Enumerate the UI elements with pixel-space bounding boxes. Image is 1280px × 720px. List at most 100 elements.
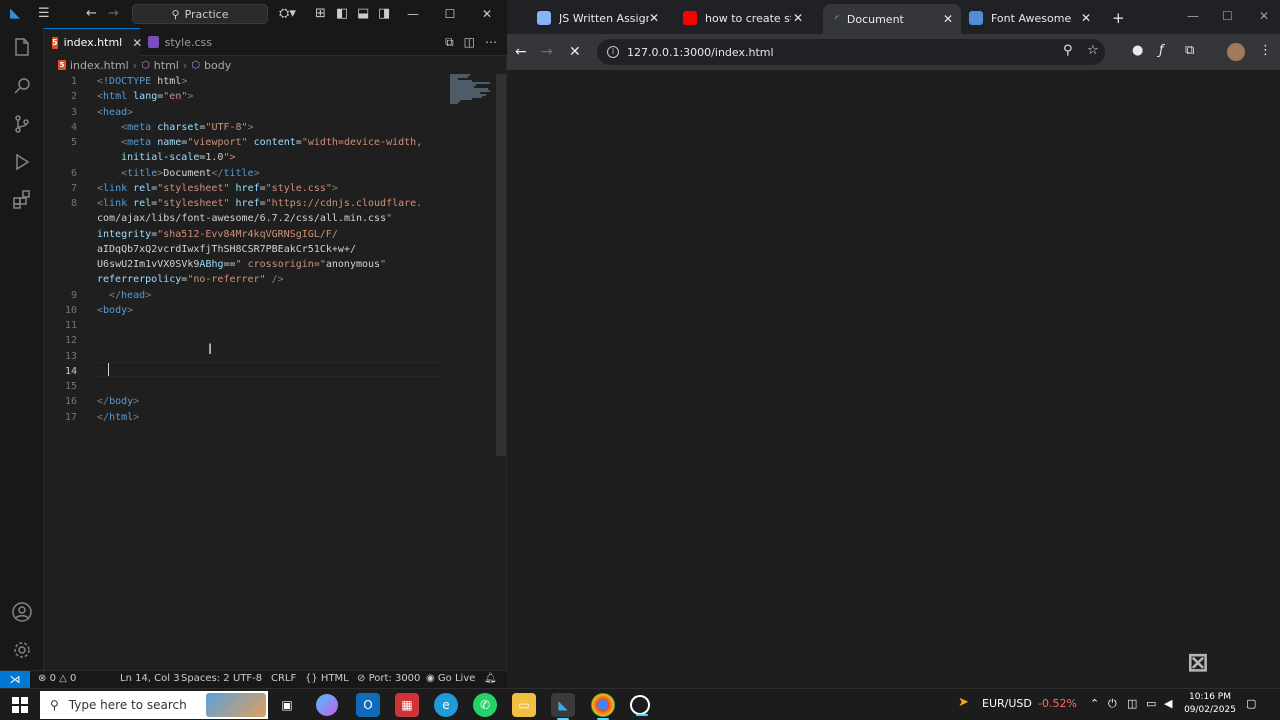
run-debug-icon[interactable] [10, 150, 34, 174]
tab-close-icon[interactable]: ✕ [1081, 11, 1091, 25]
line-number: 6 [70, 167, 77, 179]
tab-close-icon[interactable]: ✕ [943, 12, 953, 26]
profile-avatar[interactable] [1227, 43, 1245, 61]
toggle-secondary-sidebar-icon[interactable]: ◨ [378, 6, 390, 22]
file-explorer-icon[interactable]: ▭ [512, 693, 536, 717]
settings-gear-icon[interactable] [10, 638, 34, 662]
remote-indicator-icon[interactable]: ⋊ [0, 671, 30, 689]
indentation[interactable]: Spaces: 2 [181, 673, 230, 684]
minimap[interactable] [448, 74, 494, 104]
accounts-icon[interactable] [10, 600, 34, 624]
back-arrow-icon[interactable]: ← [86, 6, 97, 22]
edge-icon[interactable]: e [434, 693, 458, 717]
battery-icon[interactable]: ▭ [1146, 697, 1156, 710]
encoding[interactable]: UTF-8 [233, 673, 262, 684]
notification-center-icon[interactable]: ▢ [1246, 697, 1256, 710]
more-actions-icon[interactable]: ⋯ [485, 35, 497, 50]
go-live-button[interactable]: ◉ Go Live [426, 673, 475, 684]
vscode-window: ◣ ☰ ← → ⚲ Practice ⛭▾ ⊞ ◧ ⬓ ◨ — ☐ ✕ 5 in… [0, 0, 507, 689]
notifications-bell-icon[interactable]: 🔔︎ [484, 673, 497, 684]
chrome-icon[interactable] [591, 693, 615, 720]
live-server-port[interactable]: ⊘ Port: 3000 [357, 673, 420, 684]
whatsapp-icon[interactable]: ✆ [473, 693, 497, 717]
source-control-icon[interactable] [10, 112, 34, 136]
volume-icon[interactable]: ◀︎ [1164, 697, 1172, 710]
browser-tab[interactable]: JS Written Assignme ✕ [537, 6, 667, 30]
tab-close-icon[interactable]: ✕ [793, 11, 803, 25]
vscode-taskbar-icon[interactable]: ◣ [551, 693, 575, 720]
maximize-icon[interactable]: ☐ [1222, 9, 1233, 23]
editor-scrollbar[interactable] [496, 74, 506, 456]
language-mode[interactable]: {} HTML [305, 673, 349, 684]
breadcrumb-body[interactable]: body [204, 59, 231, 72]
tray-chevron-up-icon[interactable]: ⌃ [1090, 697, 1099, 710]
code-editor[interactable]: I 1 <!DOCTYPE html> 2 <html lang="en"> 3 <hea… [44, 74, 444, 664]
toggle-panel-icon[interactable]: ⬓ [357, 6, 369, 22]
taskbar-search[interactable]: ⚲ Type here to search [40, 691, 268, 719]
split-editor-icon[interactable]: ◫ [464, 35, 475, 50]
browser-tab[interactable]: Font Awesome ✕ [969, 6, 1099, 30]
breadcrumb-file[interactable]: index.html [70, 59, 129, 72]
forward-arrow-icon[interactable]: → [541, 44, 553, 60]
tab-close-icon[interactable]: ✕ [649, 11, 659, 25]
copilot-icon[interactable]: ⛭▾ [279, 6, 296, 22]
browser-tabstrip: JS Written Assignme ✕ how to create star… [507, 0, 1280, 34]
function-extension-icon[interactable]: ƒ [1159, 43, 1164, 58]
line-number: 13 [64, 350, 77, 362]
close-window-icon[interactable]: ✕ [474, 4, 500, 24]
tab-label: index.html [63, 36, 123, 49]
cursor-position[interactable]: Ln 14, Col 3 [120, 673, 180, 684]
task-view-icon[interactable]: ▣ [275, 693, 299, 717]
obs-recorder-icon[interactable] [630, 695, 650, 716]
breadcrumb-html[interactable]: html [154, 59, 179, 72]
new-tab-icon[interactable]: + [1112, 9, 1125, 27]
system-clock[interactable]: 10:16 PM 09/02/2025 [1184, 691, 1236, 717]
open-preview-icon[interactable]: ⧉ [445, 35, 454, 50]
code-line: <head> [97, 106, 134, 118]
language-label: HTML [320, 673, 349, 684]
maximize-icon[interactable]: ☐ [437, 4, 463, 24]
page-viewport[interactable]: ⊠ [507, 70, 1280, 688]
minimize-icon[interactable]: — [400, 4, 426, 24]
meet-now-icon[interactable]: ◫ [1127, 697, 1137, 710]
tab-style-css[interactable]: style.css [140, 28, 220, 56]
menu-icon[interactable]: ☰ [38, 6, 50, 22]
toggle-sidebar-icon[interactable]: ◧ [336, 6, 348, 22]
search-sidebar-icon[interactable] [10, 74, 34, 98]
flag-favicon-icon [969, 11, 983, 25]
zoom-icon[interactable]: ⚲ [1063, 43, 1073, 58]
browser-tab[interactable]: how to create star b ✕ [683, 6, 811, 30]
stop-loading-icon[interactable]: ✕ [569, 44, 581, 60]
store-icon[interactable]: ▦ [395, 693, 419, 717]
command-center[interactable]: ⚲ Practice [132, 4, 268, 24]
ticker-symbol[interactable]: EUR/USD [982, 697, 1032, 710]
minimize-icon[interactable]: — [1187, 9, 1199, 23]
extensions-icon[interactable] [10, 188, 34, 212]
chevron-right-icon: › [182, 58, 188, 72]
editor-tabs: 5 index.html ✕ style.css ⧉ ◫ ⋯ [44, 28, 507, 56]
copilot-icon[interactable] [316, 694, 338, 716]
windows-start-icon[interactable] [12, 697, 28, 713]
explorer-icon[interactable] [10, 36, 34, 60]
forward-arrow-icon[interactable]: → [108, 6, 119, 22]
site-info-icon[interactable]: i [607, 46, 619, 58]
html-file-icon: 5 [52, 36, 58, 49]
extension-icon[interactable]: ● [1132, 43, 1143, 58]
search-placeholder: Type here to search [68, 698, 187, 712]
extensions-puzzle-icon[interactable]: ⧉ [1185, 43, 1194, 58]
close-window-icon[interactable]: ✕ [1259, 9, 1269, 23]
tab-index-html[interactable]: 5 index.html ✕ [44, 28, 142, 56]
go-live-label: Go Live [437, 673, 476, 684]
line-ending[interactable]: CRLF [271, 673, 296, 684]
bookmark-star-icon[interactable]: ☆ [1087, 43, 1099, 58]
problems-indicator[interactable]: ⊗ 0 △ 0 [38, 673, 76, 684]
tray-app-icon[interactable]: ⏻ [1108, 697, 1117, 711]
browser-menu-icon[interactable]: ⋮ [1259, 43, 1272, 58]
address-bar[interactable]: i 127.0.0.1:3000/index.html [597, 39, 1105, 65]
tab-favicon-icon [537, 11, 551, 25]
code-line: U6swU2Im1vVX0SVk9ABhg==" crossorigin="an… [97, 259, 387, 270]
customize-layout-icon[interactable]: ⊞ [315, 6, 326, 22]
browser-tab-active[interactable]: ◜ Document ✕ [823, 4, 961, 34]
outlook-icon[interactable]: O [356, 693, 380, 717]
back-arrow-icon[interactable]: ← [515, 44, 527, 60]
